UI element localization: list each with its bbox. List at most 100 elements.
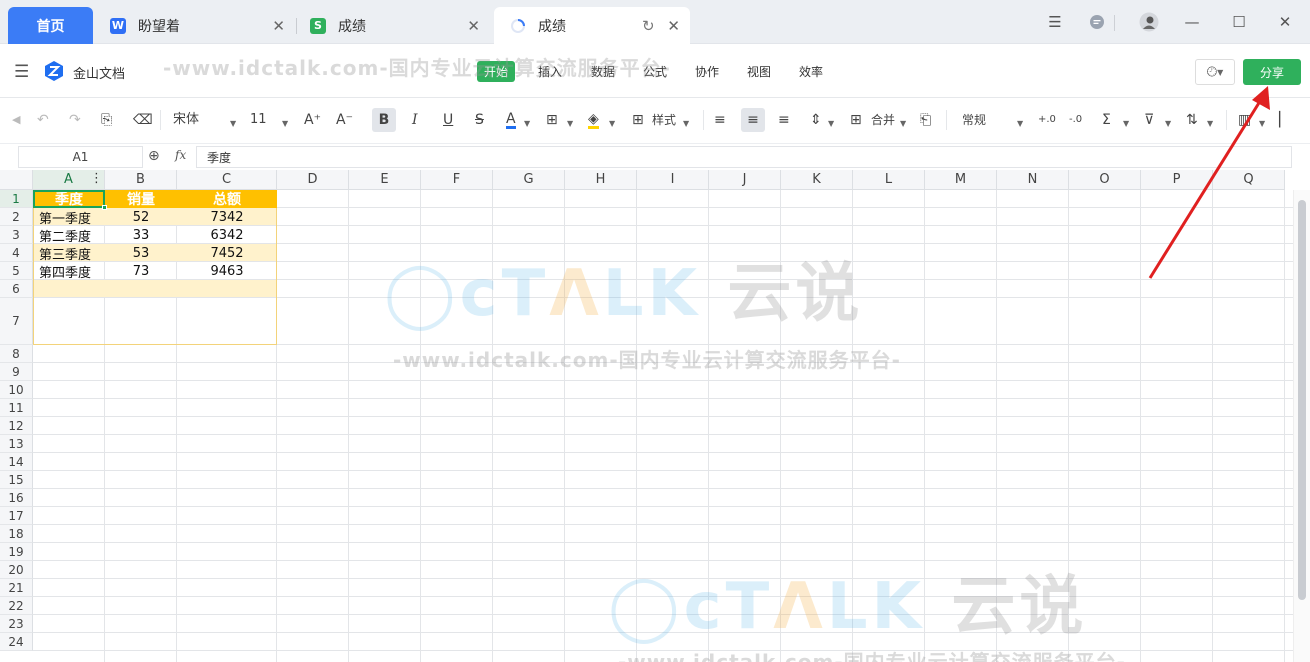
font-size-select[interactable]: 11 xyxy=(250,112,267,128)
maximize-icon[interactable]: ☐ xyxy=(1227,10,1251,34)
wrap-text-icon[interactable]: ⎗ xyxy=(920,112,931,128)
menu-efficiency[interactable]: 效率 xyxy=(799,63,823,80)
table-cell[interactable]: 33 xyxy=(105,226,177,244)
row-header-22[interactable]: 22 xyxy=(0,597,33,615)
chat-icon[interactable] xyxy=(1085,10,1109,34)
chevron-down-icon[interactable]: ▼ xyxy=(900,116,906,132)
table-cell[interactable]: 第三季度 xyxy=(33,244,105,263)
chevron-down-icon[interactable]: ▼ xyxy=(230,116,236,132)
undo-icon[interactable]: ↶ xyxy=(37,112,49,128)
align-right-icon[interactable]: ≡ xyxy=(778,112,790,128)
column-header-g[interactable]: G xyxy=(493,170,565,190)
table-cell[interactable]: 第二季度 xyxy=(33,226,105,245)
column-header-h[interactable]: H xyxy=(565,170,637,190)
avatar[interactable] xyxy=(1137,10,1161,34)
border-icon[interactable]: ⊞ xyxy=(546,112,558,128)
table-cell[interactable]: 第四季度 xyxy=(33,262,105,281)
chevron-down-icon[interactable]: ▼ xyxy=(1123,116,1129,132)
tab-document-2[interactable]: S 成绩 ✕ xyxy=(300,7,490,44)
row-header-17[interactable]: 17 xyxy=(0,507,33,525)
vertical-scrollbar[interactable] xyxy=(1293,190,1310,662)
column-header-d[interactable]: D xyxy=(277,170,349,190)
column-header-l[interactable]: L xyxy=(853,170,925,190)
align-center-icon[interactable]: ≡ xyxy=(741,108,765,132)
menu-view[interactable]: 视图 xyxy=(747,63,771,80)
column-menu-icon[interactable]: ⋮ xyxy=(90,171,103,186)
minimize-icon[interactable]: — xyxy=(1180,10,1204,34)
formula-input[interactable]: 季度 xyxy=(196,146,1292,168)
italic-button[interactable]: I xyxy=(412,112,418,128)
column-header-c[interactable]: C xyxy=(177,170,277,190)
tab-document-1[interactable]: W 盼望着 ✕ xyxy=(100,7,295,44)
decrease-decimal-icon[interactable]: -.0 xyxy=(1069,112,1082,128)
row-header-3[interactable]: 3 xyxy=(0,226,33,244)
row-header-2[interactable]: 2 xyxy=(0,208,33,226)
table-cell[interactable]: 7452 xyxy=(177,244,277,262)
hamburger-menu-icon[interactable]: ☰ xyxy=(14,62,29,82)
row-header-20[interactable]: 20 xyxy=(0,561,33,579)
column-header-b[interactable]: B xyxy=(105,170,177,190)
column-header-m[interactable]: M xyxy=(925,170,997,190)
table-header-cell[interactable]: 销量 xyxy=(105,190,177,208)
row-header-16[interactable]: 16 xyxy=(0,489,33,507)
scrollbar-thumb[interactable] xyxy=(1298,200,1306,600)
row-header-15[interactable]: 15 xyxy=(0,471,33,489)
table-cell[interactable]: 第一季度 xyxy=(33,208,105,227)
table-header-cell[interactable]: 总额 xyxy=(177,190,277,208)
fill-color-icon[interactable]: ◈ xyxy=(588,112,599,129)
chevron-down-icon[interactable]: ▼ xyxy=(567,116,573,132)
function-icon[interactable]: fx xyxy=(175,148,186,162)
tab-home[interactable]: 首页 xyxy=(8,7,93,44)
name-box[interactable]: A1 xyxy=(18,146,143,168)
table-cell[interactable]: 52 xyxy=(105,208,177,226)
increase-decimal-icon[interactable]: +.0 xyxy=(1038,112,1056,128)
row-header-11[interactable]: 11 xyxy=(0,399,33,417)
scroll-left-icon[interactable]: ◀ xyxy=(12,112,20,128)
bold-button[interactable]: B xyxy=(372,108,396,132)
redo-icon[interactable]: ↷ xyxy=(69,112,81,128)
chevron-down-icon[interactable]: ▼ xyxy=(282,116,288,132)
close-icon[interactable]: ✕ xyxy=(667,17,680,35)
chevron-down-icon[interactable]: ▼ xyxy=(524,116,530,132)
chevron-down-icon[interactable]: ▼ xyxy=(1017,116,1023,132)
style-button[interactable]: 样式 xyxy=(652,112,676,128)
select-all-corner[interactable] xyxy=(0,170,33,190)
align-left-icon[interactable]: ≡ xyxy=(714,112,726,128)
row-header-21[interactable]: 21 xyxy=(0,579,33,597)
refresh-icon[interactable]: ↻ xyxy=(642,17,655,35)
chevron-down-icon[interactable]: ▼ xyxy=(609,116,615,132)
underline-button[interactable]: U xyxy=(443,112,453,128)
row-header-19[interactable]: 19 xyxy=(0,543,33,561)
font-color-button[interactable]: A xyxy=(506,112,516,129)
row-header-7[interactable]: 7 xyxy=(0,298,33,345)
strikethrough-button[interactable]: S xyxy=(475,112,484,128)
table-cell[interactable]: 73 xyxy=(105,262,177,280)
close-icon[interactable]: ✕ xyxy=(272,17,285,35)
row-header-8[interactable]: 8 xyxy=(0,345,33,363)
row-header-24[interactable]: 24 xyxy=(0,633,33,651)
merge-icon[interactable]: ⊞ xyxy=(850,112,862,128)
row-header-9[interactable]: 9 xyxy=(0,363,33,381)
column-header-i[interactable]: I xyxy=(637,170,709,190)
sum-icon[interactable]: Σ xyxy=(1102,112,1111,128)
font-name-select[interactable]: 宋体 xyxy=(173,112,199,128)
row-header-14[interactable]: 14 xyxy=(0,453,33,471)
column-header-f[interactable]: F xyxy=(421,170,493,190)
decrease-font-icon[interactable]: A⁻ xyxy=(336,112,353,128)
menu-collaborate[interactable]: 协作 xyxy=(695,63,719,80)
row-header-13[interactable]: 13 xyxy=(0,435,33,453)
vertical-align-icon[interactable]: ⇕ xyxy=(810,112,822,128)
column-header-j[interactable]: J xyxy=(709,170,781,190)
column-header-k[interactable]: K xyxy=(781,170,853,190)
cell-style-icon[interactable]: ⊞ xyxy=(632,112,644,128)
close-icon[interactable]: ✕ xyxy=(467,17,480,35)
more-toolbar-icon[interactable]: ▏ xyxy=(1279,112,1290,128)
row-header-6[interactable]: 6 xyxy=(0,280,33,298)
row-header-10[interactable]: 10 xyxy=(0,381,33,399)
zoom-search-icon[interactable]: ⊕ xyxy=(148,148,160,164)
table-header-cell[interactable]: 季度 xyxy=(33,190,105,208)
eraser-icon[interactable]: ⌫ xyxy=(133,112,153,128)
tab-document-3-active[interactable]: 成绩 ↻ ✕ xyxy=(494,7,690,44)
close-window-icon[interactable]: ✕ xyxy=(1273,10,1297,34)
fill-handle[interactable] xyxy=(102,205,107,210)
